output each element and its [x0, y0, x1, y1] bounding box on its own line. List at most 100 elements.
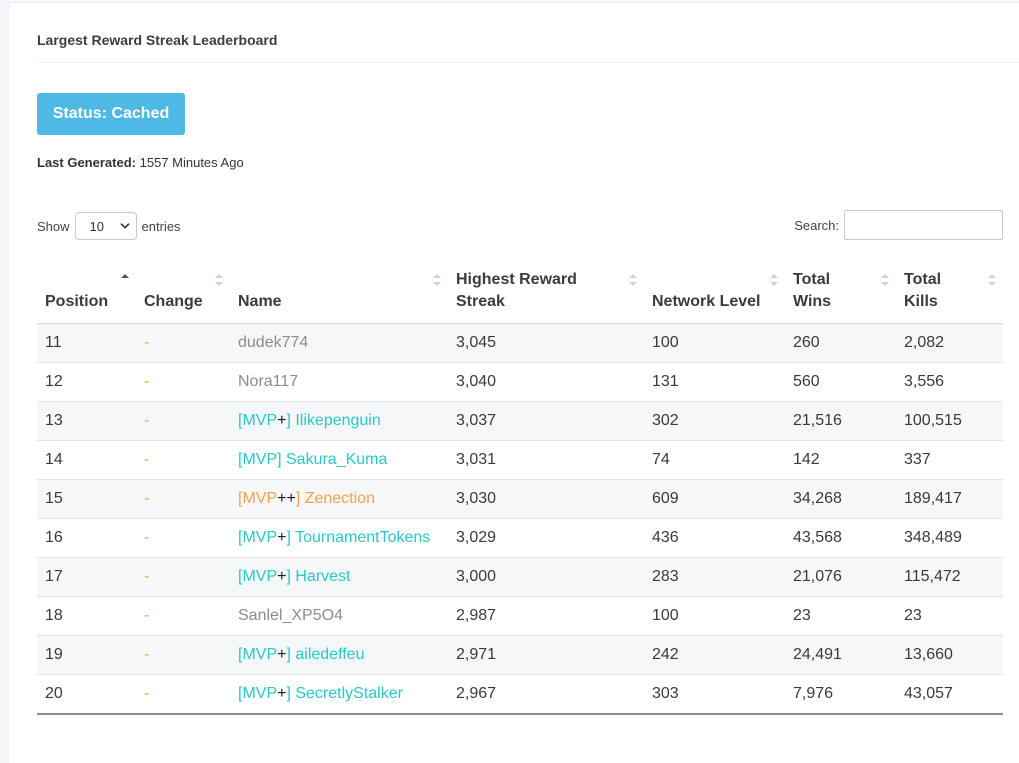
player-name-part: dudek774 — [238, 333, 309, 351]
cell-highest-reward-streak: 3,040 — [448, 362, 644, 402]
column-header-label: Position — [45, 292, 109, 310]
cell-change: - — [136, 323, 230, 363]
player-name-link[interactable]: [MVP+] Harvest — [238, 568, 350, 585]
cell-total-kills: 337 — [896, 440, 1003, 480]
cell-highest-reward-streak: 3,037 — [448, 401, 644, 441]
column-header-name[interactable]: Name — [230, 262, 448, 324]
player-name-link[interactable]: Nora117 — [238, 373, 298, 390]
cell-total-wins: 142 — [785, 440, 896, 480]
table-header-row: Position Change Name Highest Reward Streak N… — [37, 262, 1003, 324]
player-name-link[interactable]: [MVP+] ailedeffeu — [238, 646, 364, 663]
player-name-part: [MVP — [238, 528, 278, 546]
column-header-label: Name — [238, 292, 282, 310]
table-row: 18- Sanlel_XP5O4 2,987 100 23 23 — [37, 596, 1003, 636]
player-name-link[interactable]: [MVP] Sakura_Kuma — [238, 451, 387, 468]
cell-network-level: 609 — [644, 479, 785, 519]
cell-total-kills: 348,489 — [896, 518, 1003, 558]
player-name-part: [MVP — [238, 567, 278, 585]
cell-total-wins: 24,491 — [785, 635, 896, 675]
last-generated-label: Last Generated: — [37, 155, 136, 170]
cell-network-level: 302 — [644, 401, 785, 441]
last-generated: Last Generated: 1557 Minutes Ago — [37, 155, 244, 170]
column-header-total-kills[interactable]: Total Kills — [896, 262, 1003, 324]
cell-name: [MVP+] SecretlyStalker — [230, 674, 448, 715]
cell-network-level: 303 — [644, 674, 785, 715]
cell-name: [MVP+] Ilikepenguin — [230, 401, 448, 441]
player-name-part: [MVP] Sakura_Kuma — [238, 450, 388, 468]
cell-position: 12 — [37, 362, 136, 402]
sort-ascending-icon — [121, 274, 129, 278]
cell-name: [MVP++] Zenection — [230, 479, 448, 519]
cell-change: - — [136, 479, 230, 519]
sort-icon — [215, 274, 223, 286]
cell-highest-reward-streak: 3,045 — [448, 323, 644, 363]
cell-highest-reward-streak: 3,029 — [448, 518, 644, 558]
table-row: 19- [MVP+] ailedeffeu 2,971 242 24,491 13,660 — [37, 635, 1003, 675]
cell-network-level: 283 — [644, 557, 785, 597]
player-name-part: [MVP — [238, 684, 278, 702]
player-name-part: Sanlel_XP5O4 — [238, 606, 343, 624]
player-name-link[interactable]: [MVP++] Zenection — [238, 490, 375, 507]
cell-highest-reward-streak: 2,967 — [448, 674, 644, 715]
cell-total-kills: 13,660 — [896, 635, 1003, 675]
cell-highest-reward-streak: 2,971 — [448, 635, 644, 675]
cell-network-level: 131 — [644, 362, 785, 402]
entries-length-control: Show 10 entries — [37, 211, 181, 241]
column-header-label: Highest Reward Streak — [456, 270, 577, 310]
column-header-highest-reward-streak[interactable]: Highest Reward Streak — [448, 262, 644, 324]
column-header-position[interactable]: Position — [37, 262, 136, 324]
column-header-change[interactable]: Change — [136, 262, 230, 324]
cell-total-wins: 560 — [785, 362, 896, 402]
player-name-link[interactable]: Sanlel_XP5O4 — [238, 607, 343, 624]
entries-select[interactable]: 10 — [74, 212, 137, 240]
chevron-down-icon — [120, 223, 129, 229]
player-name-part: ] Ilikepenguin — [286, 411, 381, 429]
leaderboard-table: Position Change Name Highest Reward Streak N… — [37, 262, 1003, 715]
cell-total-wins: 23 — [785, 596, 896, 636]
player-name-link[interactable]: [MVP+] TournamentTokens — [238, 529, 430, 546]
player-name-link[interactable]: [MVP+] SecretlyStalker — [238, 685, 403, 702]
table-body: 11- dudek774 3,045 100 260 2,082 12- Nora117 3,0… — [37, 323, 1003, 715]
cell-total-wins: 43,568 — [785, 518, 896, 558]
cell-total-kills: 3,556 — [896, 362, 1003, 402]
table-row: 13- [MVP+] Ilikepenguin 3,037 302 21,516 100,… — [37, 401, 1003, 441]
entries-select-value: 10 — [89, 218, 104, 234]
cell-name: [MVP+] TournamentTokens — [230, 518, 448, 558]
sort-icon — [433, 274, 441, 286]
leaderboard-card: Largest Reward Streak Leaderboard Status… — [8, 2, 1019, 763]
table-header: Position Change Name Highest Reward Streak N… — [37, 262, 1003, 324]
status-button[interactable]: Status: Cached — [37, 93, 185, 135]
search-input[interactable] — [844, 210, 1003, 240]
cell-network-level: 100 — [644, 323, 785, 363]
player-name-link[interactable]: [MVP+] Ilikepenguin — [238, 412, 381, 429]
cell-position: 15 — [37, 479, 136, 519]
cell-name: Nora117 — [230, 362, 448, 402]
column-header-label: Change — [144, 292, 203, 310]
cell-total-kills: 115,472 — [896, 557, 1003, 597]
cell-network-level: 242 — [644, 635, 785, 675]
cell-total-kills: 100,515 — [896, 401, 1003, 441]
cell-total-wins: 260 — [785, 323, 896, 363]
column-header-label: Total Wins — [793, 270, 832, 310]
cell-position: 17 — [37, 557, 136, 597]
cell-network-level: 100 — [644, 596, 785, 636]
column-header-label: Total Kills — [904, 270, 942, 310]
cell-name: [MVP+] ailedeffeu — [230, 635, 448, 675]
last-generated-value: 1557 Minutes Ago — [139, 155, 244, 170]
player-name-part: ] Harvest — [286, 567, 351, 585]
cell-change: - — [136, 596, 230, 636]
player-name-link[interactable]: dudek774 — [238, 334, 308, 351]
card-title: Largest Reward Streak Leaderboard — [37, 32, 278, 48]
cell-position: 11 — [37, 323, 136, 363]
cell-change: - — [136, 362, 230, 402]
cell-total-kills: 43,057 — [896, 674, 1003, 715]
cell-network-level: 74 — [644, 440, 785, 480]
cell-name: dudek774 — [230, 323, 448, 363]
cell-position: 19 — [37, 635, 136, 675]
cell-total-wins: 21,076 — [785, 557, 896, 597]
column-header-network-level[interactable]: Network Level — [644, 262, 785, 324]
cell-total-wins: 7,976 — [785, 674, 896, 715]
cell-total-wins: 34,268 — [785, 479, 896, 519]
column-header-total-wins[interactable]: Total Wins — [785, 262, 896, 324]
cell-change: - — [136, 674, 230, 715]
